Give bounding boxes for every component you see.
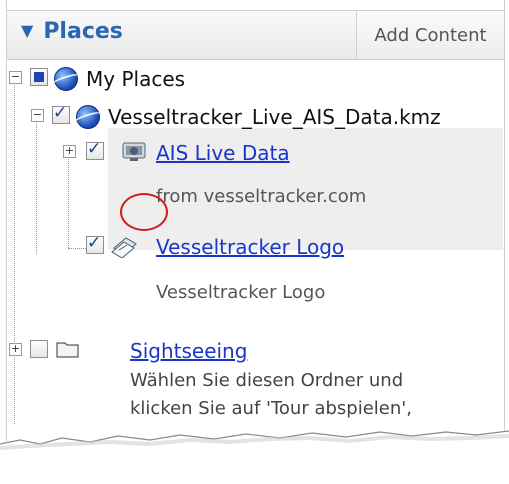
sightseeing-link[interactable]: Sightseeing xyxy=(130,339,247,363)
places-title[interactable]: ▼ Places xyxy=(21,19,123,44)
globe-icon xyxy=(76,105,100,129)
ais-live-data-link[interactable]: AIS Live Data xyxy=(156,141,290,165)
expand-icon[interactable]: + xyxy=(63,145,76,158)
folder-icon xyxy=(56,342,79,358)
sightseeing-description-line2: klicken Sie auf 'Tour abspielen', xyxy=(130,398,412,419)
collapse-icon[interactable]: − xyxy=(9,71,22,84)
my-places-label[interactable]: My Places xyxy=(86,67,185,91)
tree-row-sightseeing[interactable]: + Sightseeing xyxy=(6,334,503,368)
globe-icon xyxy=(54,67,78,91)
sightseeing-checkbox[interactable] xyxy=(30,340,48,358)
kmz-label[interactable]: Vesseltracker_Live_AIS_Data.kmz xyxy=(108,105,441,129)
ais-checkbox[interactable]: ✓ xyxy=(86,139,104,160)
kmz-checkbox[interactable]: ✓ xyxy=(52,103,70,124)
network-link-icon xyxy=(122,142,146,161)
screen-overlay-icon xyxy=(111,237,137,258)
places-header: ▼ Places Add Content xyxy=(7,10,504,60)
tree-row-kmz[interactable]: − ✓ Vesseltracker_Live_AIS_Data.kmz xyxy=(6,100,503,134)
tree-row-ais-live-data[interactable]: + ✓ AIS Live Data xyxy=(6,136,503,170)
collapse-triangle-icon[interactable]: ▼ xyxy=(21,21,33,40)
sightseeing-description-line1: Wählen Sie diesen Ordner und xyxy=(130,370,404,391)
add-content-button[interactable]: Add Content xyxy=(356,11,504,59)
places-tree: − My Places − ✓ Vesseltracker_Live_AIS_D… xyxy=(6,58,503,484)
logo-description: Vesseltracker Logo xyxy=(156,282,326,303)
collapse-icon[interactable]: − xyxy=(31,109,44,122)
logo-checkbox[interactable]: ✓ xyxy=(86,233,104,254)
expand-icon[interactable]: + xyxy=(9,343,22,356)
tree-row-my-places[interactable]: − My Places xyxy=(6,62,503,96)
my-places-checkbox[interactable] xyxy=(30,68,48,86)
torn-edge-decoration xyxy=(0,430,509,484)
places-title-text: Places xyxy=(43,19,123,44)
ais-description: from vesseltracker.com xyxy=(156,186,367,207)
tree-row-vesseltracker-logo[interactable]: ✓ Vesseltracker Logo xyxy=(6,230,503,264)
highlight-circle xyxy=(120,193,168,231)
vesseltracker-logo-link[interactable]: Vesseltracker Logo xyxy=(156,235,344,259)
